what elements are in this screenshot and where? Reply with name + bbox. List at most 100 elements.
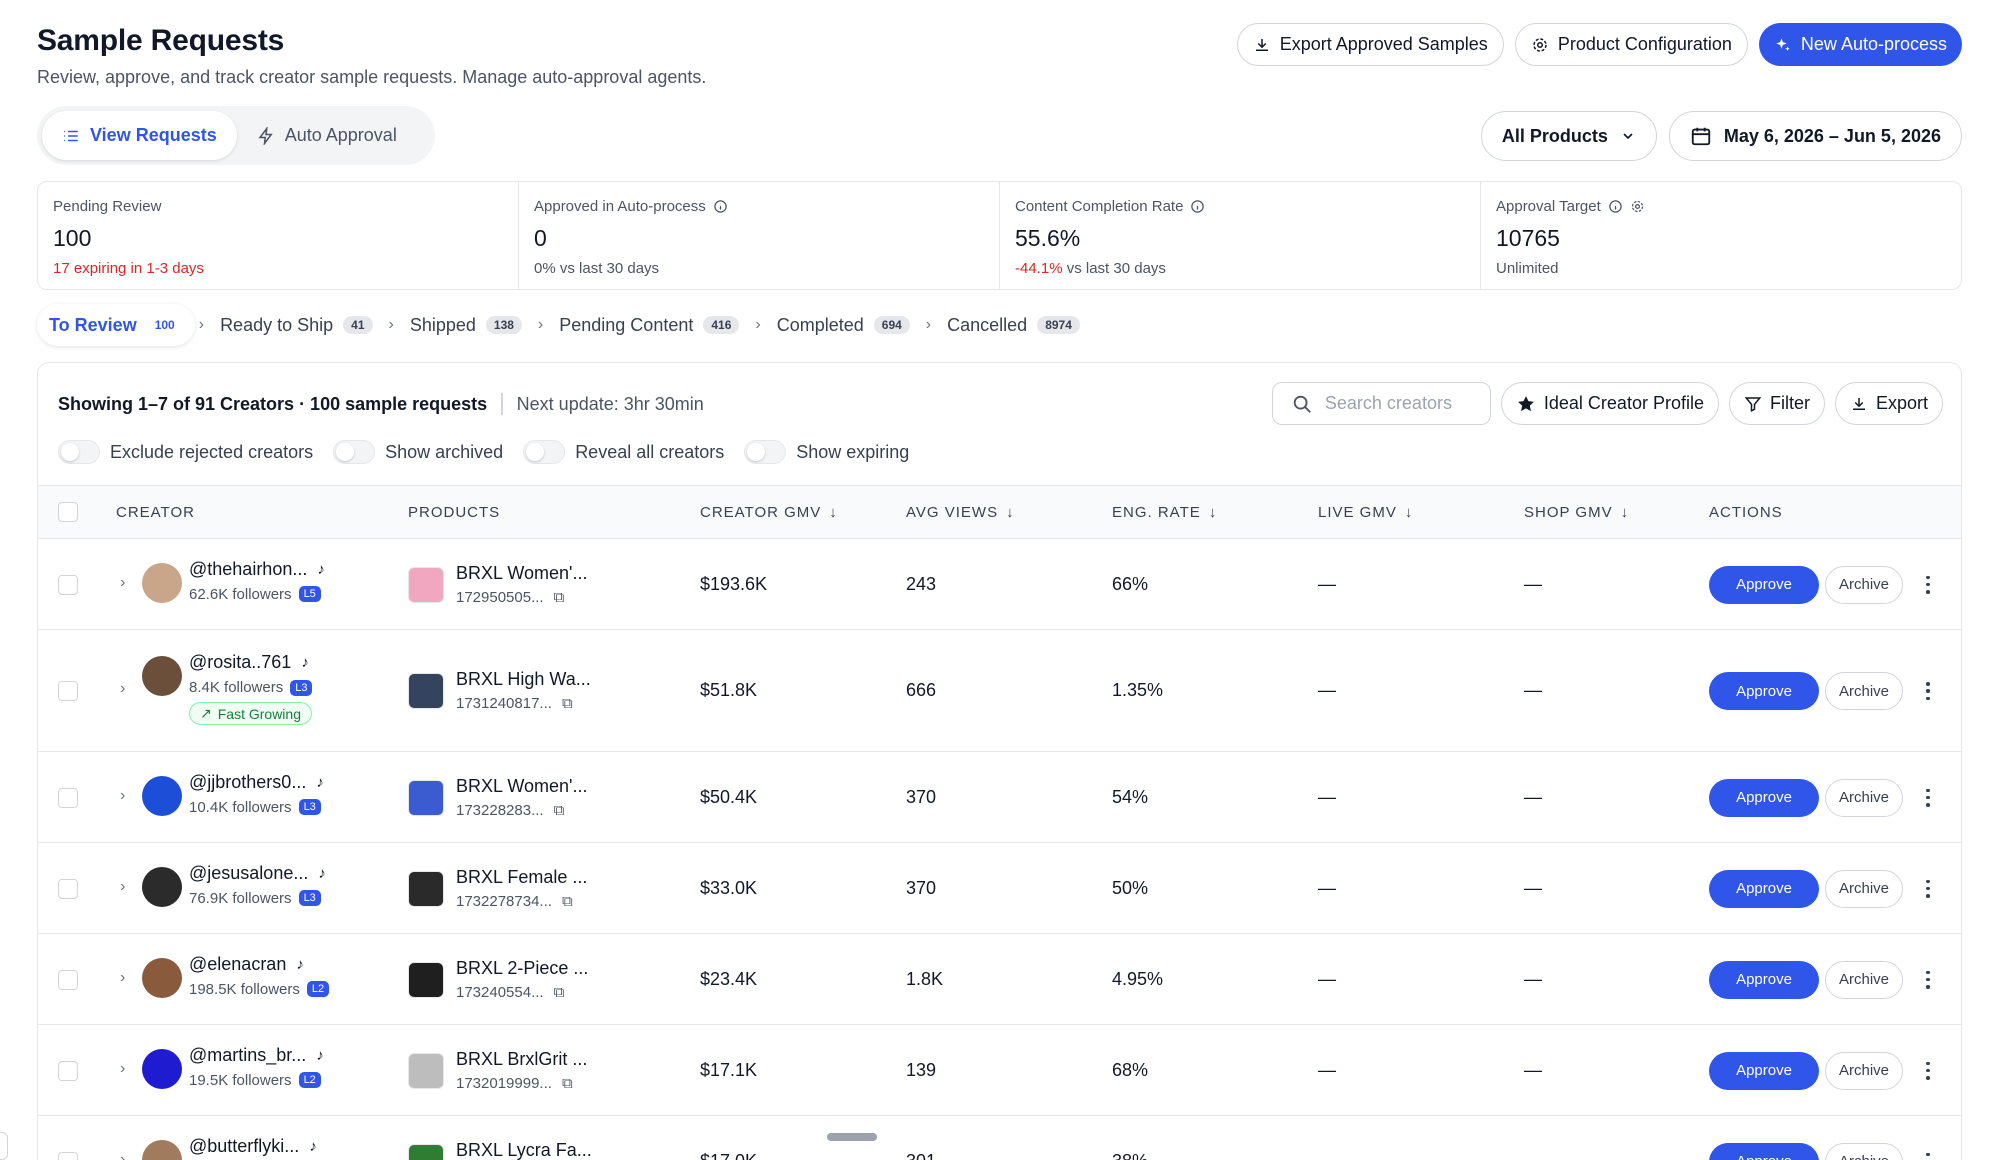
chevron-right-icon[interactable]: › [120, 680, 125, 698]
chevron-right-icon[interactable]: › [120, 969, 125, 987]
tab-to-review[interactable]: To Review 100 [37, 304, 195, 346]
copy-icon[interactable]: ⧉ [562, 695, 573, 712]
creator-handle[interactable]: @thehairhon... [189, 559, 307, 580]
tiktok-icon: ♪ [316, 773, 324, 791]
new-auto-process-button[interactable]: New Auto-process [1758, 23, 1962, 66]
copy-icon[interactable]: ⧉ [562, 893, 573, 910]
archive-button[interactable]: Archive [1825, 565, 1903, 604]
creator-handle[interactable]: @jjbrothers0... [189, 772, 306, 793]
more-options-icon[interactable] [1918, 786, 1938, 810]
archive-button[interactable]: Archive [1825, 960, 1903, 999]
table-row[interactable]: › @elenacran ♪ 198.5K followers L2 BRXL 2-… [38, 934, 1961, 1025]
archive-button[interactable]: Archive [1825, 1142, 1903, 1160]
approve-button[interactable]: Approve [1709, 778, 1819, 817]
toggle-switch[interactable] [333, 440, 376, 464]
tab-ready-to-ship[interactable]: Ready to Ship 41 [208, 304, 384, 346]
table-row[interactable]: › @jjbrothers0... ♪ 10.4K followers L3 BRX… [38, 752, 1961, 843]
copy-icon[interactable]: ⧉ [562, 1075, 573, 1092]
row-checkbox[interactable] [58, 574, 78, 595]
creator-handle[interactable]: @martins_br... [189, 1045, 306, 1066]
chevron-right-icon[interactable]: › [120, 574, 125, 592]
more-options-icon[interactable] [1918, 679, 1938, 703]
select-all-checkbox[interactable] [58, 502, 78, 522]
tab-view-requests[interactable]: View Requests [42, 111, 237, 160]
approve-button[interactable]: Approve [1709, 1142, 1819, 1160]
tab-completed[interactable]: Completed 694 [765, 304, 922, 346]
copy-icon[interactable]: ⧉ [554, 984, 565, 1001]
toggle-exclude-rejected[interactable]: Exclude rejected creators [58, 440, 313, 464]
approve-button[interactable]: Approve [1709, 672, 1819, 710]
toggle-reveal-all[interactable]: Reveal all creators [523, 440, 724, 464]
row-checkbox[interactable] [58, 878, 78, 899]
archive-button[interactable]: Archive [1825, 1051, 1903, 1090]
archive-button[interactable]: Archive [1825, 672, 1903, 710]
table-row[interactable]: › @rosita..761 ♪ 8.4K followers L3 ↗ Fast G… [38, 630, 1961, 752]
row-checkbox[interactable] [58, 681, 78, 701]
toggle-show-archived[interactable]: Show archived [333, 440, 503, 464]
info-icon[interactable] [1190, 199, 1205, 214]
sort-eng-rate[interactable]: ENG. RATE ↓ [1112, 504, 1217, 521]
table-row[interactable]: › @martins_br... ♪ 19.5K followers L2 BRXL… [38, 1025, 1961, 1116]
more-options-icon[interactable] [1918, 573, 1938, 597]
products-dropdown[interactable]: All Products [1480, 111, 1657, 161]
product-name[interactable]: BRXL High Wa... [456, 669, 591, 690]
product-name[interactable]: BRXL Female ... [456, 867, 587, 888]
creator-handle[interactable]: @jesusalone... [189, 863, 308, 884]
tab-auto-approval[interactable]: Auto Approval [237, 111, 417, 160]
product-name[interactable]: BRXL BrxlGrit ... [456, 1049, 587, 1070]
approve-button[interactable]: Approve [1709, 565, 1819, 604]
info-icon[interactable] [1608, 199, 1623, 214]
export-approved-samples-button[interactable]: Export Approved Samples [1236, 23, 1504, 66]
toggle-switch[interactable] [744, 440, 787, 464]
more-options-icon[interactable] [1918, 1059, 1938, 1083]
approve-button[interactable]: Approve [1709, 869, 1819, 908]
tab-shipped[interactable]: Shipped 138 [398, 304, 534, 346]
gear-icon[interactable] [1630, 199, 1645, 214]
export-button[interactable]: Export [1834, 382, 1943, 425]
more-options-icon[interactable] [1918, 968, 1938, 992]
toggle-switch[interactable] [58, 440, 100, 464]
info-icon[interactable] [713, 199, 728, 214]
product-name[interactable]: BRXL Women'... [456, 776, 587, 797]
sort-live-gmv[interactable]: LIVE GMV ↓ [1318, 504, 1413, 521]
creator-handle[interactable]: @butterflyki... [189, 1136, 299, 1157]
product-name[interactable]: BRXL Women'... [456, 563, 587, 584]
row-checkbox[interactable] [58, 969, 78, 990]
copy-icon[interactable]: ⧉ [554, 589, 565, 606]
product-name[interactable]: BRXL 2-Piece ... [456, 958, 588, 979]
side-panel-handle[interactable] [0, 1132, 8, 1160]
table-row[interactable]: › @butterflyki... ♪ BRXL Lycra Fa... $17.… [38, 1116, 1961, 1160]
chevron-right-icon[interactable]: › [120, 878, 125, 896]
creator-handle[interactable]: @elenacran [189, 954, 286, 975]
scroll-handle[interactable] [827, 1133, 877, 1141]
copy-icon[interactable]: ⧉ [554, 802, 565, 819]
chevron-right-icon[interactable]: › [120, 1060, 125, 1078]
toggle-show-expiring[interactable]: Show expiring [744, 440, 909, 464]
approve-button[interactable]: Approve [1709, 1051, 1819, 1090]
sort-avg-views[interactable]: AVG VIEWS ↓ [906, 504, 1015, 521]
sort-creator-gmv[interactable]: CREATOR GMV ↓ [700, 504, 838, 521]
row-checkbox[interactable] [58, 1060, 78, 1081]
product-configuration-button[interactable]: Product Configuration [1514, 23, 1748, 66]
more-options-icon[interactable] [1918, 877, 1938, 901]
approve-button[interactable]: Approve [1709, 960, 1819, 999]
table-row[interactable]: › @thehairhon... ♪ 62.6K followers L5 BRXL… [38, 539, 1961, 630]
sort-shop-gmv[interactable]: SHOP GMV ↓ [1524, 504, 1629, 521]
chevron-right-icon[interactable]: › [120, 1151, 125, 1160]
row-checkbox[interactable] [58, 1151, 78, 1160]
ideal-creator-profile-button[interactable]: Ideal Creator Profile [1500, 382, 1719, 425]
tab-pending-content[interactable]: Pending Content 416 [547, 304, 751, 346]
product-name[interactable]: BRXL Lycra Fa... [456, 1140, 592, 1160]
archive-button[interactable]: Archive [1825, 778, 1903, 817]
toggle-switch[interactable] [523, 440, 566, 464]
date-range-picker[interactable]: May 6, 2026 – Jun 5, 2026 [1668, 111, 1962, 161]
archive-button[interactable]: Archive [1825, 869, 1903, 908]
more-options-icon[interactable] [1918, 1150, 1938, 1160]
creator-handle[interactable]: @rosita..761 [189, 652, 291, 673]
table-row[interactable]: › @jesusalone... ♪ 76.9K followers L3 BRXL… [38, 843, 1961, 934]
chevron-right-icon[interactable]: › [120, 787, 125, 805]
tab-cancelled[interactable]: Cancelled 8974 [935, 304, 1092, 346]
row-checkbox[interactable] [58, 787, 78, 808]
search-input[interactable]: Search creators [1271, 382, 1491, 425]
filter-button[interactable]: Filter [1728, 382, 1825, 425]
